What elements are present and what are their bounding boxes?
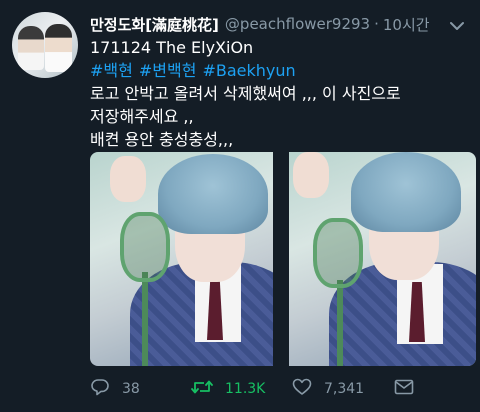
photo-hand xyxy=(293,152,329,198)
author-display-name[interactable]: 만정도화[滿庭桃花] xyxy=(90,14,219,35)
tweet-text-line: 로고 안박고 올려서 삭제했써여 ,,, 이 사진으로 xyxy=(90,84,401,103)
tweet-media xyxy=(90,152,476,366)
tweet-text: 171124 The ElyXiOn #백현 #변백현 #Baekhyun 로고 안… xyxy=(90,36,468,151)
tweet[interactable]: 만정도화[滿庭桃花] @peachflower9293 · 10시간 17112… xyxy=(0,0,480,412)
direct-message-icon xyxy=(394,379,414,399)
hashtag-link[interactable]: #변백현 xyxy=(139,61,197,80)
heart-icon xyxy=(292,378,312,400)
media-photo[interactable] xyxy=(289,152,476,366)
photo-mic-stand xyxy=(337,280,343,366)
tweet-text-line: 171124 The ElyXiOn xyxy=(90,38,254,57)
reply-count: 38 xyxy=(122,381,140,397)
photo-microphone xyxy=(313,218,363,288)
header-separator: · xyxy=(374,15,379,33)
tweet-text-line: 저장해주세요 ,, xyxy=(90,107,194,126)
like-count: 7,341 xyxy=(324,381,365,397)
tweet-timestamp[interactable]: 10시간 xyxy=(383,14,430,35)
tweet-header: 만정도화[滿庭桃花] @peachflower9293 · 10시간 xyxy=(90,12,468,36)
author-handle[interactable]: @peachflower9293 xyxy=(225,15,370,33)
hashtag-line: #백현 #변백현 #Baekhyun xyxy=(90,59,468,82)
photo-hair xyxy=(351,152,461,232)
retweet-count: 11.3K xyxy=(225,381,266,397)
tweet-content: 만정도화[滿庭桃花] @peachflower9293 · 10시간 17112… xyxy=(90,12,468,151)
hashtag-link[interactable]: #Baekhyun xyxy=(202,61,295,80)
media-photo[interactable] xyxy=(90,152,273,366)
retweet-icon xyxy=(191,379,213,399)
tweet-text-line: 배켠 용안 충성충성,,, xyxy=(90,130,234,149)
photo-mic-stand xyxy=(142,272,148,366)
reply-icon xyxy=(90,378,110,400)
hashtag-link[interactable]: #백현 xyxy=(90,61,133,80)
photo-microphone xyxy=(120,212,170,282)
photo-hair xyxy=(158,154,268,234)
avatar-person-right xyxy=(45,24,72,72)
avatar-person-left xyxy=(18,26,44,70)
like-button[interactable]: 7,341 xyxy=(292,376,394,402)
tweet-options-button[interactable] xyxy=(446,14,468,36)
tweet-actions: 38 11.3K 7,341 xyxy=(90,376,468,402)
chevron-down-icon xyxy=(450,16,464,35)
reply-button[interactable]: 38 xyxy=(90,376,191,402)
photo-hand xyxy=(110,156,146,202)
direct-message-button[interactable] xyxy=(394,376,414,402)
retweet-button[interactable]: 11.3K xyxy=(191,376,292,402)
avatar[interactable] xyxy=(12,12,78,78)
